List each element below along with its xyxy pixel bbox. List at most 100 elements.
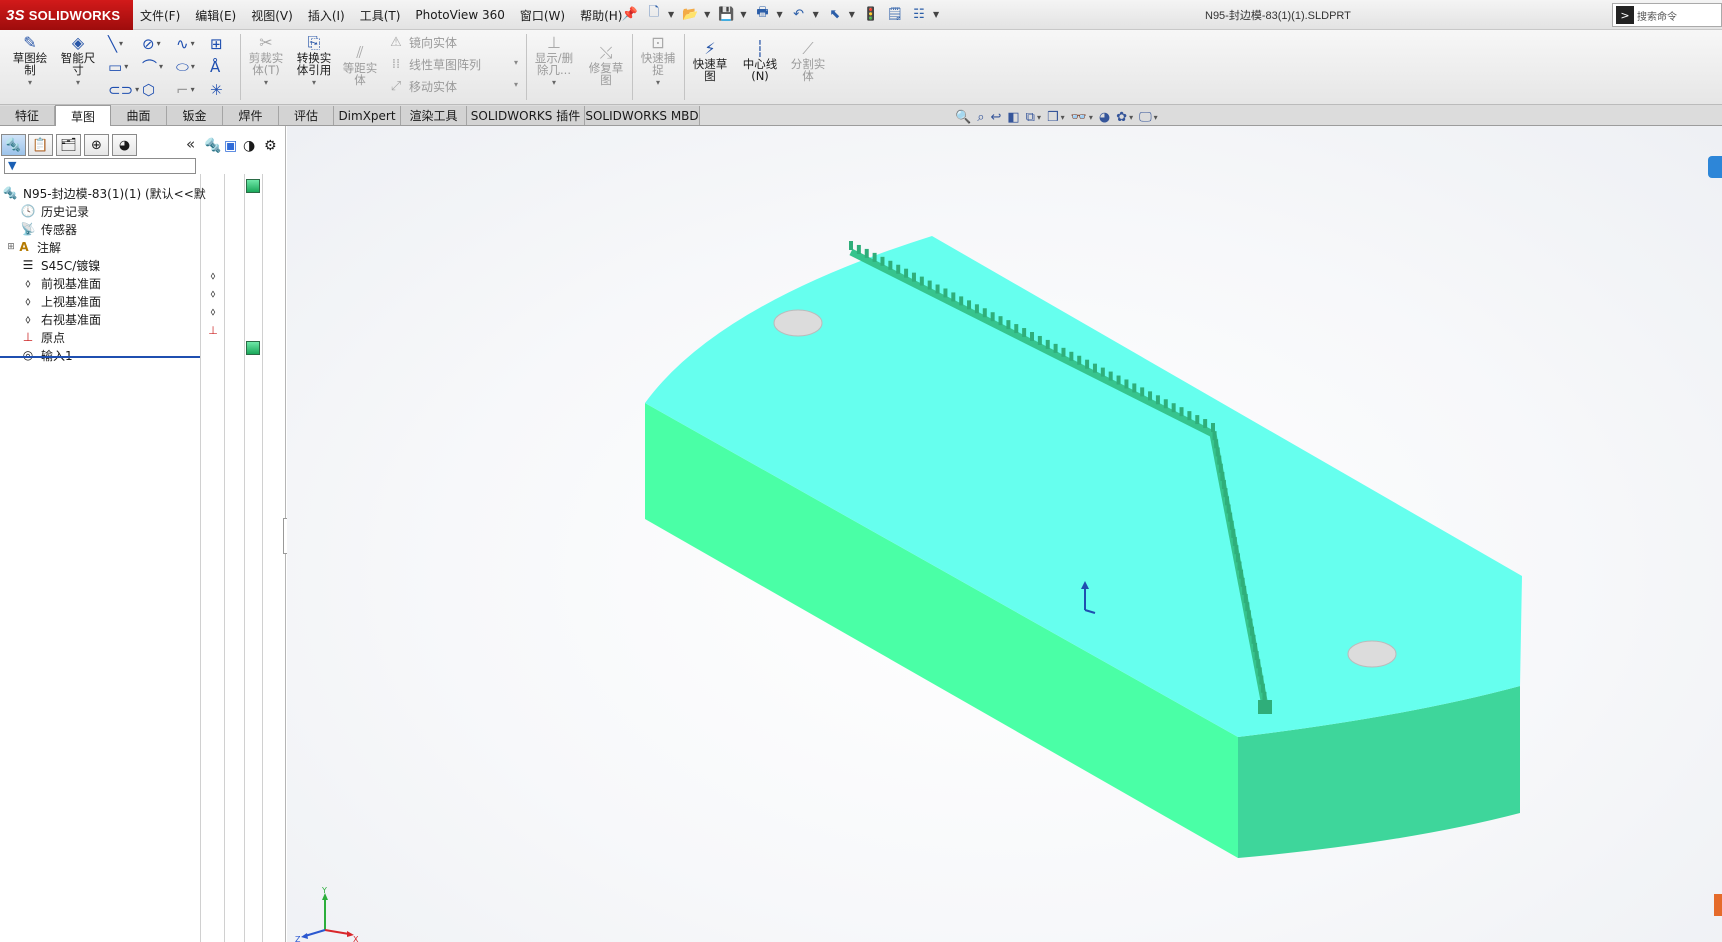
configuration-manager-tab-icon[interactable]: 🗂	[56, 134, 81, 156]
sketch-button[interactable]: ✎ 草图绘 制 ▾	[8, 34, 52, 89]
chevron-down-icon[interactable]: ▾	[514, 80, 518, 89]
chevron-down-icon[interactable]: ▾	[1154, 113, 1158, 122]
quick-snaps-button[interactable]: ⊡ 快速捕 捉 ▾	[636, 34, 680, 89]
tree-item-annotations[interactable]: ⊞ A 注解	[6, 238, 61, 256]
open-icon[interactable]: 📂	[680, 4, 700, 24]
chevron-down-icon[interactable]: ▼	[740, 10, 746, 19]
origin-visibility-icon[interactable]: ⊥	[206, 323, 220, 337]
new-document-icon[interactable]: 🗋	[644, 4, 664, 24]
grid-icon[interactable]: ⊞	[210, 32, 230, 55]
undo-icon[interactable]: ↶	[789, 4, 809, 24]
dimxpert-manager-tab-icon[interactable]: ⊕	[84, 134, 109, 156]
menu-tools[interactable]: 工具(T)	[360, 7, 401, 24]
smart-dimension-button[interactable]: ◈ 智能尺 寸 ▾	[56, 34, 100, 89]
tab-evaluate[interactable]: 评估	[279, 106, 334, 125]
chevron-down-icon[interactable]: ▼	[813, 10, 819, 19]
property-manager-tab-icon[interactable]: 📋	[28, 134, 53, 156]
tree-item-origin[interactable]: ⊥ 原点	[20, 328, 65, 346]
plane-visibility-icon[interactable]: ⬨	[206, 287, 220, 301]
chevron-down-icon[interactable]: ▾	[552, 77, 556, 89]
graphics-area[interactable]: Y X Z	[287, 126, 1722, 942]
chevron-down-icon[interactable]: ▾	[514, 58, 518, 67]
chevron-down-icon[interactable]: ▼	[933, 10, 939, 19]
rebuild-icon[interactable]: 🚦	[861, 4, 881, 24]
convert-entities-button[interactable]: ⎘ 转换实 体引用 ▾	[292, 34, 336, 89]
tab-weldments[interactable]: 焊件	[223, 106, 279, 125]
menu-photoview[interactable]: PhotoView 360	[415, 8, 504, 22]
box-view-icon[interactable]: ▣	[224, 138, 237, 154]
linear-pattern-button[interactable]: ⁞⁞ 线性草图阵列	[388, 56, 481, 73]
model-canvas[interactable]	[287, 126, 1722, 942]
hide-show-icon[interactable]: 👓	[1071, 110, 1087, 125]
tab-surfaces[interactable]: 曲面	[111, 106, 167, 125]
display-manager-tab-icon[interactable]: ◕	[112, 134, 137, 156]
split-entities-button[interactable]: ⟋ 分割实 体	[786, 40, 830, 83]
appearance-icon[interactable]: ◕	[1099, 110, 1110, 125]
previous-view-icon[interactable]: ↩	[990, 110, 1001, 125]
arc-icon[interactable]: ⌒ ▾	[142, 55, 176, 78]
polygon-icon[interactable]: ⬡	[142, 78, 176, 101]
chevron-down-icon[interactable]: ▾	[28, 77, 32, 89]
display-style-icon[interactable]: ❒	[1047, 110, 1059, 125]
tree-filter-field[interactable]: ▼	[4, 158, 196, 174]
collapse-panel-button[interactable]: «	[186, 135, 195, 153]
rectangle-icon[interactable]: ▭ ▾	[108, 55, 142, 78]
chevron-down-icon[interactable]: ▾	[1061, 113, 1065, 122]
chevron-down-icon[interactable]: ▾	[656, 77, 660, 89]
mounting-hole[interactable]	[1347, 640, 1397, 668]
plane-visibility-icon[interactable]: ⬨	[206, 269, 220, 283]
rapid-sketch-button[interactable]: ⚡ 快速草 图	[688, 40, 732, 83]
tab-sheet-metal[interactable]: 钣金	[167, 106, 223, 125]
display-delete-relations-button[interactable]: ⊥ 显示/删 除几... ▾	[530, 34, 578, 89]
feature-manager-tab-icon[interactable]: 🔩	[1, 134, 26, 156]
offset-entities-button[interactable]: ⫽ 等距实 体	[340, 44, 380, 87]
search-commands-field[interactable]: > 搜索命令	[1612, 3, 1722, 27]
select-icon[interactable]: ⬉	[825, 4, 845, 24]
slot-icon[interactable]: ⊂⊃ ▾	[108, 78, 142, 101]
menu-file[interactable]: 文件(F)	[140, 7, 180, 24]
chevron-down-icon[interactable]: ▾	[1129, 113, 1133, 122]
text-icon[interactable]: Å	[210, 55, 230, 78]
solidworks-logo[interactable]: 3S SOLIDWORKS	[0, 0, 133, 30]
plane-visibility-icon[interactable]: ⬨	[206, 305, 220, 319]
point-icon[interactable]: ✳	[210, 78, 230, 101]
tree-item-sensors[interactable]: 📡 传感器	[20, 220, 78, 238]
tab-dimxpert[interactable]: DimXpert	[334, 106, 401, 125]
circle-icon[interactable]: ⊘ ▾	[142, 32, 176, 55]
chevron-down-icon[interactable]: ▾	[312, 77, 316, 89]
save-icon[interactable]: 💾	[716, 4, 736, 24]
fillet-icon[interactable]: ⌐ ▾	[176, 78, 210, 101]
tree-item-top-plane[interactable]: ⬨ 上视基准面	[20, 292, 101, 310]
menu-edit[interactable]: 编辑(E)	[195, 7, 236, 24]
spline-icon[interactable]: ∿ ▾	[176, 32, 210, 55]
menu-help[interactable]: 帮助(H)	[580, 7, 622, 24]
tree-item-material[interactable]: ☰ S45C/镀镍	[20, 256, 101, 274]
chevron-down-icon[interactable]: ▼	[776, 10, 782, 19]
ellipse-icon[interactable]: ⬭ ▾	[176, 55, 210, 78]
scene-icon[interactable]: ✿	[1116, 110, 1127, 125]
tree-item-front-plane[interactable]: ⬨ 前视基准面	[20, 274, 101, 292]
tab-sketch[interactable]: 草图	[55, 105, 111, 126]
mounting-hole[interactable]	[773, 309, 823, 337]
tree-item-history[interactable]: 🕓 历史记录	[20, 202, 90, 220]
pin-icon[interactable]: 📌	[620, 4, 640, 24]
zoom-to-fit-icon[interactable]: 🔍	[955, 110, 971, 125]
file-properties-icon[interactable]: 🗒	[885, 4, 905, 24]
chevron-down-icon[interactable]: ▼	[668, 10, 674, 19]
chevron-down-icon[interactable]: ▾	[264, 77, 268, 89]
view-orientation-icon[interactable]: ⧉	[1026, 110, 1035, 125]
menu-insert[interactable]: 插入(I)	[308, 7, 345, 24]
appearance-callout-icon[interactable]: 🔩	[204, 138, 221, 154]
menu-window[interactable]: 窗口(W)	[520, 7, 565, 24]
tree-item-right-plane[interactable]: ⬨ 右视基准面	[20, 310, 101, 328]
mirror-entities-button[interactable]: ⚠ 镜向实体	[388, 34, 457, 51]
zoom-area-icon[interactable]: ⌕	[977, 110, 984, 125]
chevron-down-icon[interactable]: ▾	[1089, 113, 1093, 122]
repair-sketch-button[interactable]: ⤯ 修复草 图	[584, 44, 628, 87]
color-wheel-icon[interactable]: ◑	[243, 138, 255, 154]
trim-entities-button[interactable]: ✂ 剪裁实 体(T) ▾	[244, 34, 288, 89]
print-icon[interactable]: 🖶	[752, 4, 772, 24]
tab-solidworks-mbd[interactable]: SOLIDWORKS MBD	[585, 106, 700, 125]
move-entities-button[interactable]: ⤢ 移动实体	[388, 78, 457, 95]
scene-settings-icon[interactable]: ⚙	[264, 138, 277, 154]
